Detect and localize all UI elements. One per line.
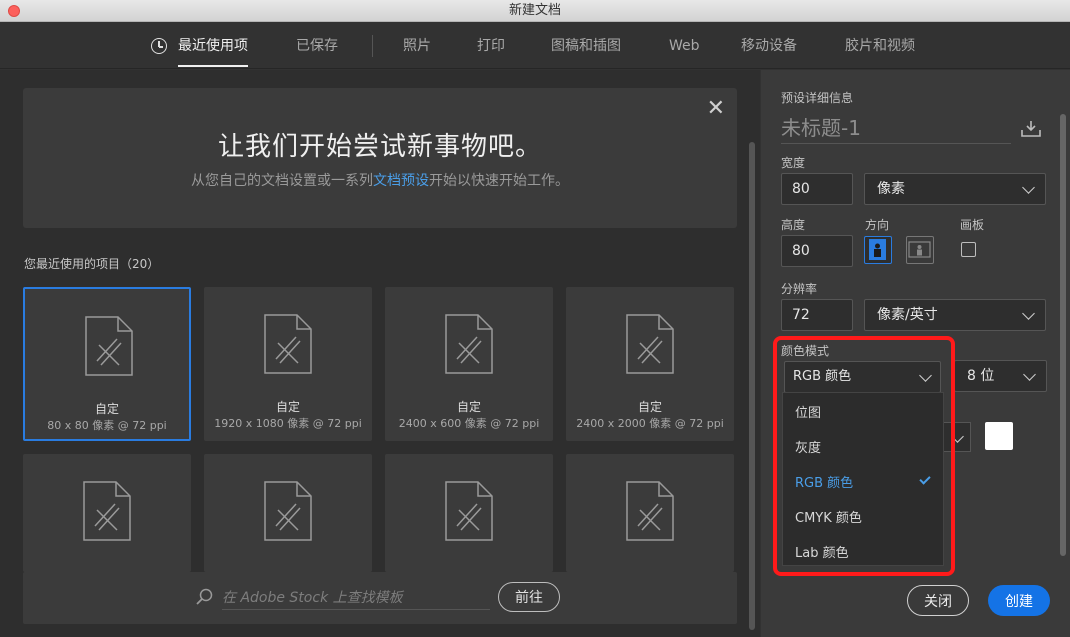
recent-item-dims: 1920 x 1080 像素 @ 72 ppi (214, 417, 362, 430)
orientation-label: 方向 (865, 218, 890, 232)
recent-item-card[interactable] (23, 454, 191, 572)
width-label: 宽度 (781, 156, 806, 170)
new-document-dialog: 新建文档 最近使用项 已保存 照片 打印 图稿和插图 Web 移动设备 胶片和视… (0, 0, 1070, 637)
category-tabs: 最近使用项 已保存 照片 打印 图稿和插图 Web 移动设备 胶片和视频 (0, 23, 1070, 69)
bit-depth-value: 8 位 (967, 368, 995, 384)
window-title: 新建文档 (508, 3, 561, 18)
search-icon (196, 588, 213, 605)
stock-search-bar: 前往 (23, 572, 737, 624)
color-mode-option-cmyk[interactable]: CMYK 颜色 (795, 507, 862, 526)
height-label: 高度 (781, 218, 806, 232)
document-icon (264, 314, 312, 374)
details-scrollbar[interactable] (1060, 114, 1066, 556)
document-presets-link[interactable]: 文档预设 (373, 173, 429, 189)
tab-photo[interactable]: 照片 (403, 23, 431, 69)
color-mode-value: RGB 颜色 (793, 369, 852, 384)
chevron-down-icon (1022, 307, 1035, 320)
recent-item-name: 自定 (275, 400, 300, 414)
close-banner-icon[interactable]: ✕ (707, 98, 725, 120)
recent-items-label: 您最近使用的项目（20） (24, 257, 160, 271)
document-icon (445, 314, 493, 374)
document-icon (626, 314, 674, 374)
background-contents-select[interactable] (941, 422, 971, 452)
recent-item-card[interactable] (204, 454, 372, 572)
recent-item-dims: 2400 x 600 像素 @ 72 ppi (398, 417, 540, 430)
save-preset-icon[interactable] (1020, 120, 1042, 138)
chevron-down-icon (1022, 181, 1035, 194)
tab-mobile[interactable]: 移动设备 (741, 23, 797, 69)
color-mode-dropdown-menu: 位图 灰度 RGB 颜色 CMYK 颜色 Lab 颜色 (782, 392, 944, 566)
chevron-down-icon (951, 430, 964, 443)
document-icon (85, 316, 133, 376)
recent-scrollbar[interactable] (749, 142, 755, 630)
color-mode-option-grayscale[interactable]: 灰度 (795, 437, 821, 456)
recent-item-card[interactable] (566, 454, 734, 572)
tab-art-illustration[interactable]: 图稿和插图 (551, 23, 621, 69)
window-close-button[interactable] (8, 5, 20, 17)
color-mode-option-bitmap[interactable]: 位图 (795, 402, 821, 421)
bit-depth-select[interactable]: 8 位 (954, 360, 1047, 392)
recent-item-name: 自定 (94, 402, 119, 416)
chevron-down-icon (1023, 368, 1036, 381)
width-unit-value: 像素 (877, 181, 905, 197)
color-mode-option-lab[interactable]: Lab 颜色 (795, 542, 849, 561)
recent-item-card[interactable]: 自定 1920 x 1080 像素 @ 72 ppi (204, 287, 372, 441)
recent-item-card[interactable] (385, 454, 553, 572)
landscape-icon (908, 241, 931, 258)
checkmark-icon (919, 473, 931, 485)
document-icon (83, 481, 131, 541)
resolution-label: 分辨率 (781, 282, 818, 296)
chevron-down-icon (919, 369, 932, 382)
recent-pane: 让我们开始尝试新事物吧。 从您自己的文档设置或一系列文档预设开始以快速开始工作。… (0, 70, 760, 637)
clock-icon (151, 38, 167, 54)
portrait-orientation-button[interactable] (864, 236, 892, 264)
portrait-icon (869, 239, 886, 260)
document-icon (626, 481, 674, 541)
document-icon (264, 481, 312, 541)
background-color-swatch[interactable] (985, 422, 1013, 450)
document-icon (445, 481, 493, 541)
stock-search-input[interactable] (222, 586, 490, 610)
document-name-field[interactable]: 未标题-1 (781, 114, 1011, 144)
width-field[interactable]: 80 (781, 173, 853, 205)
banner-title: 让我们开始尝试新事物吧。 (217, 132, 542, 162)
tab-film-video[interactable]: 胶片和视频 (845, 23, 915, 69)
color-mode-option-rgb[interactable]: RGB 颜色 (795, 472, 853, 491)
banner-subtitle-text: 从您自己的文档设置或一系列 (191, 173, 373, 189)
landscape-orientation-button[interactable] (906, 236, 934, 264)
title-bar: 新建文档 (0, 0, 1070, 22)
recent-item-name: 自定 (456, 400, 481, 414)
preset-details-label: 预设详细信息 (781, 91, 854, 105)
height-field[interactable]: 80 (781, 235, 853, 267)
tab-saved[interactable]: 已保存 (296, 23, 338, 69)
recent-item-card[interactable]: 自定 2400 x 600 像素 @ 72 ppi (385, 287, 553, 441)
artboard-checkbox[interactable] (961, 242, 976, 257)
create-button[interactable]: 创建 (988, 585, 1050, 616)
recent-item-name: 自定 (637, 400, 662, 414)
width-unit-select[interactable]: 像素 (864, 173, 1046, 205)
tab-print[interactable]: 打印 (477, 23, 505, 69)
resolution-unit-value: 像素/英寸 (877, 307, 938, 323)
tab-recent[interactable]: 最近使用项 (178, 23, 248, 69)
recent-item-dims: 2400 x 2000 像素 @ 72 ppi (576, 417, 724, 430)
stock-go-button[interactable]: 前往 (498, 582, 560, 612)
close-button[interactable]: 关闭 (907, 585, 969, 616)
color-mode-label: 颜色模式 (781, 344, 830, 358)
tab-divider (372, 35, 373, 57)
color-mode-select[interactable]: RGB 颜色 (784, 361, 941, 393)
recent-item-dims: 80 x 80 像素 @ 72 ppi (47, 419, 167, 432)
resolution-field[interactable]: 72 (781, 299, 853, 331)
tab-web[interactable]: Web (669, 23, 700, 69)
recent-item-card[interactable]: 自定 80 x 80 像素 @ 72 ppi (23, 287, 191, 441)
banner-subtitle-text-end: 开始以快速开始工作。 (429, 173, 569, 189)
welcome-banner: 让我们开始尝试新事物吧。 从您自己的文档设置或一系列文档预设开始以快速开始工作。… (23, 88, 737, 228)
resolution-unit-select[interactable]: 像素/英寸 (864, 299, 1046, 331)
artboard-label: 画板 (960, 218, 985, 232)
recent-item-card[interactable]: 自定 2400 x 2000 像素 @ 72 ppi (566, 287, 734, 441)
banner-subtitle: 从您自己的文档设置或一系列文档预设开始以快速开始工作。 (23, 170, 737, 190)
